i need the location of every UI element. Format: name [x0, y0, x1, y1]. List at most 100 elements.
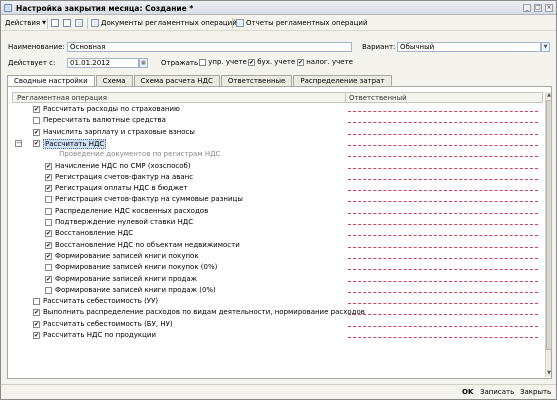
row-checkbox[interactable]: [33, 139, 40, 147]
grid-row[interactable]: Распределение НДС косвенных расходов: [12, 206, 543, 217]
responsible-cell[interactable]: [348, 111, 538, 112]
row-checkbox[interactable]: [45, 275, 52, 283]
responsible-cell[interactable]: [348, 224, 538, 225]
tab-2[interactable]: Схема расчета НДС: [133, 75, 220, 86]
responsible-cell[interactable]: [348, 178, 538, 180]
row-checkbox[interactable]: [45, 196, 52, 204]
reg-docs-button[interactable]: Документы регламентных операций: [91, 19, 237, 27]
row-checkbox[interactable]: [45, 185, 52, 193]
row-checkbox[interactable]: [45, 241, 52, 249]
responsible-cell[interactable]: [348, 337, 538, 338]
row-checkbox[interactable]: [33, 117, 40, 125]
row-checkbox[interactable]: [33, 298, 40, 306]
save-button[interactable]: Записать: [480, 388, 514, 396]
row-label: Пересчитать валютные средства: [43, 116, 166, 125]
window-icon: [4, 4, 12, 12]
calendar-button[interactable]: ▦: [139, 58, 148, 68]
row-checkbox[interactable]: [33, 320, 40, 328]
responsible-cell[interactable]: [348, 212, 538, 214]
date-field[interactable]: 01.01.2012: [67, 58, 139, 68]
reg-reports-button[interactable]: Отчеты регламентных операций: [236, 19, 368, 27]
responsible-cell[interactable]: [348, 325, 538, 327]
tab-3[interactable]: Ответственные: [220, 75, 293, 86]
close-button[interactable]: Закрыть: [520, 388, 551, 396]
responsible-cell[interactable]: [348, 269, 538, 271]
grid-row[interactable]: Рассчитать НДС по продукции: [12, 330, 543, 341]
row-checkbox[interactable]: [33, 332, 40, 339]
col-responsible-header[interactable]: Ответственный: [349, 94, 407, 102]
row-checkbox[interactable]: [45, 264, 52, 272]
grid-row[interactable]: Восстановление НДС: [12, 228, 543, 239]
grid-row[interactable]: Проведение документов по регистрам НДС: [12, 149, 543, 160]
row-checkbox[interactable]: [45, 162, 52, 170]
responsible-cell[interactable]: [348, 280, 538, 282]
row-checkbox[interactable]: [45, 173, 52, 181]
upr-checkbox[interactable]: [199, 58, 206, 66]
tax-option[interactable]: налог. учете: [297, 58, 353, 66]
maximize-button[interactable]: □: [534, 4, 542, 12]
responsible-cell[interactable]: [348, 167, 538, 169]
collapse-icon[interactable]: −: [15, 139, 22, 147]
buh-checkbox[interactable]: [248, 58, 255, 66]
responsible-cell[interactable]: [348, 144, 538, 146]
responsible-cell[interactable]: [348, 133, 538, 135]
tab-4[interactable]: Распределение затрат: [293, 75, 392, 86]
title-bar: Настройка закрытия месяца: Создание * _ …: [1, 1, 556, 15]
responsible-cell[interactable]: [348, 201, 538, 203]
vertical-scrollbar[interactable]: ▲ ▼: [545, 92, 552, 377]
variant-select[interactable]: Обычный: [397, 42, 541, 52]
new-doc-button[interactable]: [51, 19, 59, 27]
grid-row[interactable]: Регистрация счетов-фактур на аванс: [12, 172, 543, 183]
grid-row[interactable]: Пересчитать валютные средства: [12, 115, 543, 126]
grid-row[interactable]: Формирование записей книги покупок (0%): [12, 262, 543, 273]
responsible-cell[interactable]: [348, 156, 538, 158]
responsible-cell[interactable]: [348, 314, 538, 316]
col-operation-header[interactable]: Регламентная операция: [17, 94, 107, 102]
actions-menu[interactable]: Действия ▼: [5, 19, 46, 27]
responsible-cell[interactable]: [348, 235, 538, 237]
refresh-button[interactable]: [75, 19, 83, 27]
reports-icon: [236, 19, 244, 27]
responsible-cell[interactable]: [348, 246, 538, 248]
grid-row[interactable]: Рассчитать себестоимость (УУ): [12, 296, 543, 307]
row-checkbox[interactable]: [45, 219, 52, 226]
responsible-cell[interactable]: [348, 190, 538, 192]
grid-row[interactable]: − Рассчитать НДС: [12, 138, 543, 149]
variant-dropdown-button[interactable]: ▼: [541, 42, 550, 52]
row-checkbox[interactable]: [33, 309, 40, 317]
name-field[interactable]: Основная: [67, 42, 352, 52]
tax-checkbox[interactable]: [297, 58, 304, 66]
close-window-button[interactable]: ×: [545, 4, 553, 12]
grid-row[interactable]: Регистрация оплаты НДС в бюджет: [12, 183, 543, 194]
row-checkbox[interactable]: [45, 230, 52, 238]
copy-button[interactable]: [63, 19, 71, 27]
row-checkbox[interactable]: [33, 106, 40, 113]
grid-row[interactable]: Формирование записей книги покупок: [12, 251, 543, 262]
buh-option[interactable]: бух. учете: [248, 58, 295, 66]
grid-row[interactable]: Формирование записей книги продаж (0%): [12, 285, 543, 296]
ok-button[interactable]: OK: [462, 388, 473, 396]
row-checkbox[interactable]: [45, 252, 52, 260]
minimize-button[interactable]: _: [523, 4, 531, 12]
grid-row[interactable]: Восстановление НДС по объектам недвижимо…: [12, 240, 543, 251]
grid-row[interactable]: Подтверждение нулевой ставки НДС: [12, 217, 543, 228]
upr-option[interactable]: упр. учете: [199, 58, 247, 66]
grid-row[interactable]: Рассчитать себестоимость (БУ, НУ): [12, 319, 543, 330]
row-checkbox[interactable]: [45, 286, 52, 294]
tab-1[interactable]: Схема: [95, 75, 133, 86]
responsible-cell[interactable]: [348, 303, 538, 305]
scroll-up-icon[interactable]: ▲: [546, 92, 552, 99]
grid-row[interactable]: Начислить зарплату и страховые взносы: [12, 127, 543, 138]
row-checkbox[interactable]: [33, 128, 40, 136]
scroll-thumb[interactable]: [546, 100, 552, 350]
grid-row[interactable]: Рассчитать расходы по страхованию: [12, 104, 543, 115]
grid-row[interactable]: Выполнить распределение расходов по вида…: [12, 307, 543, 318]
responsible-cell[interactable]: [348, 122, 538, 124]
responsible-cell[interactable]: [348, 291, 538, 293]
grid-row[interactable]: Регистрация счетов-фактур на суммовые ра…: [12, 194, 543, 205]
row-checkbox[interactable]: [45, 207, 52, 215]
scroll-down-icon[interactable]: ▼: [546, 370, 552, 377]
responsible-cell[interactable]: [348, 257, 538, 259]
grid-row[interactable]: Начисление НДС по СМР (хозспособ): [12, 161, 543, 172]
grid-row[interactable]: Формирование записей книги продаж: [12, 274, 543, 285]
